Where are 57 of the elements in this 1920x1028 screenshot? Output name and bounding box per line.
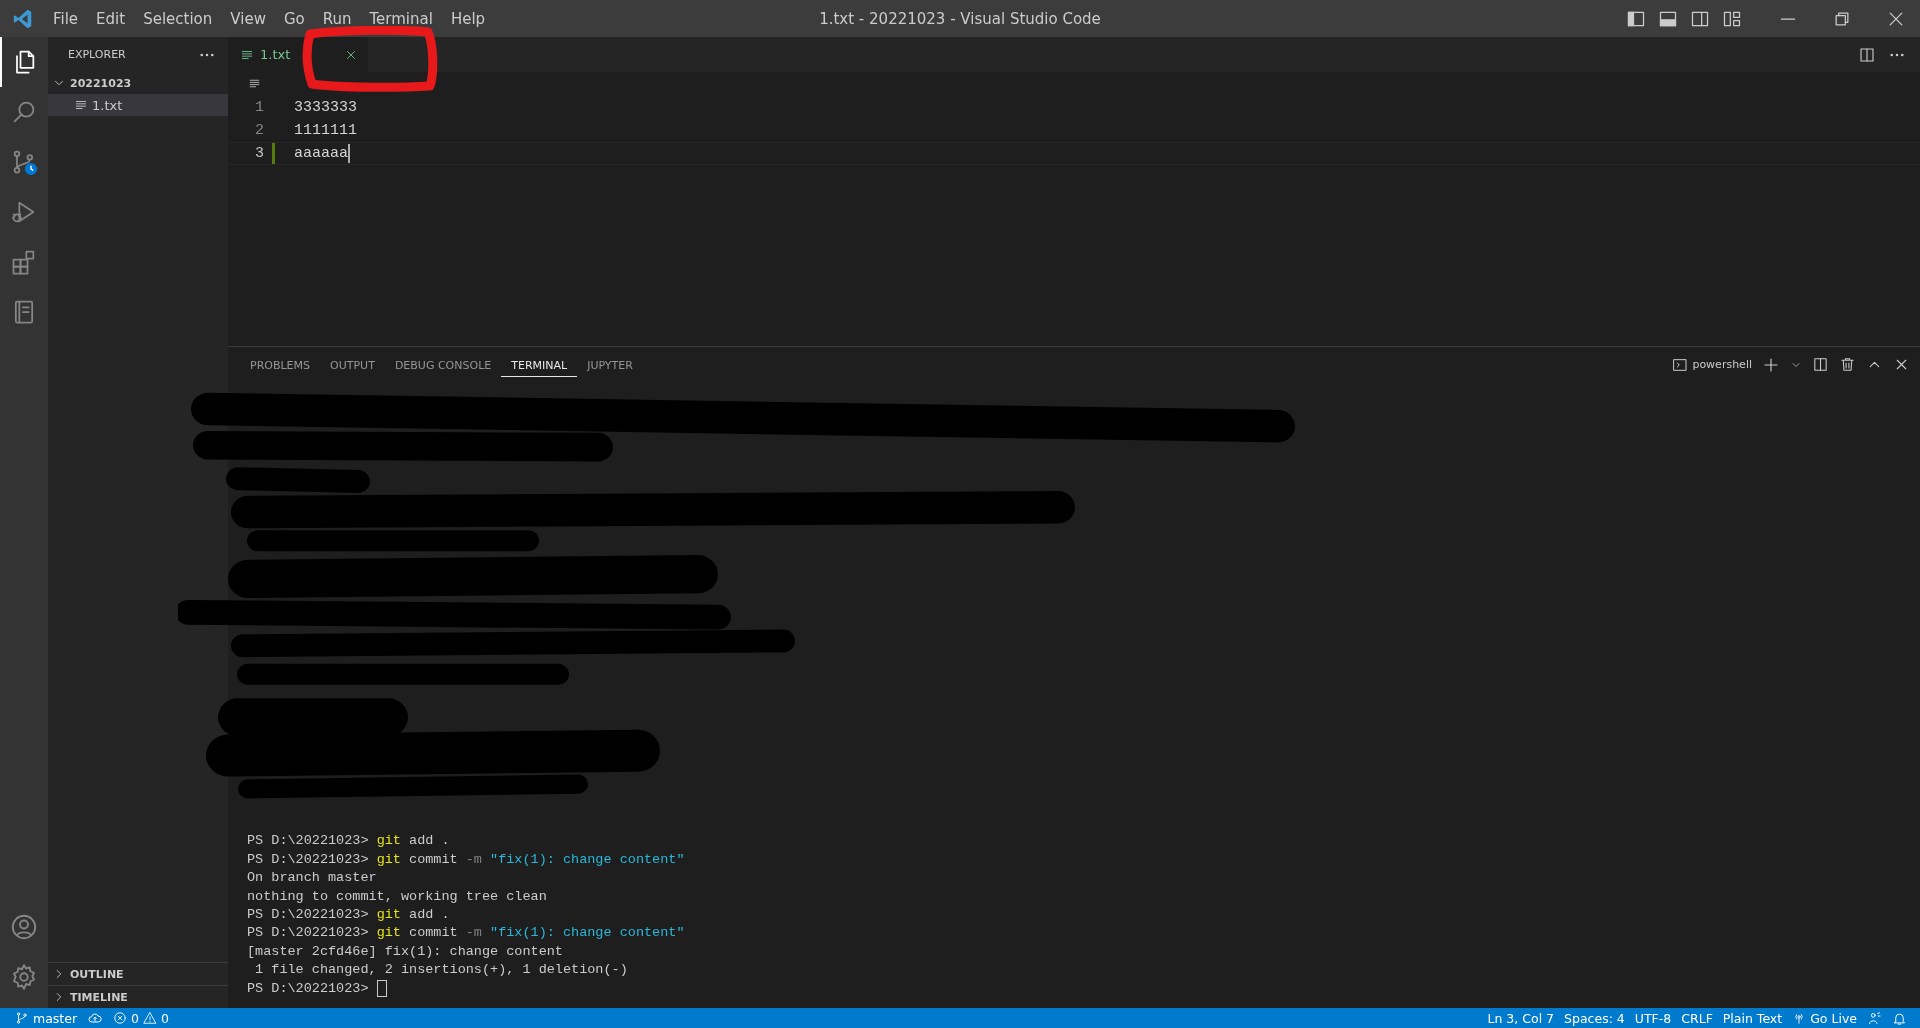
terminal-line: PS D:\20221023> git commit -m "fix(1): change content": [247, 924, 686, 943]
panel-tab[interactable]: JUPYTER: [577, 352, 643, 377]
terminal-line: PS D:\20221023> git add .: [247, 906, 451, 925]
line-number: 2: [254, 122, 264, 139]
panel-tab[interactable]: PROBLEMS: [240, 352, 321, 377]
feedback-icon[interactable]: [1867, 1010, 1882, 1026]
menu-item[interactable]: View: [221, 6, 275, 31]
code-line: 1111111: [294, 122, 357, 139]
branch-icon: [15, 1011, 29, 1025]
split-editor-icon[interactable]: [1858, 45, 1876, 64]
error-icon: [113, 1011, 128, 1025]
panel-tab[interactable]: TERMINAL: [501, 352, 578, 377]
text-cursor: [348, 144, 350, 163]
status-item[interactable]: Ln 3, Col 7: [1482, 1010, 1560, 1026]
terminal-line: PS D:\20221023>: [247, 979, 1920, 998]
menu-item[interactable]: Edit: [87, 6, 135, 31]
terminal-line: [master 2cfd46e] fix(1): change content: [247, 942, 564, 961]
menu-item[interactable]: Run: [313, 6, 361, 31]
terminal-line: PS D:\20221023> git add .: [247, 832, 451, 851]
terminal-line: On branch master: [247, 869, 378, 888]
go-live-button[interactable]: Go Live: [1810, 1010, 1857, 1026]
menu-item[interactable]: File: [44, 6, 88, 31]
menu-item[interactable]: Terminal: [360, 6, 442, 31]
error-count[interactable]: 0: [131, 1010, 140, 1026]
shell-name[interactable]: powershell: [1692, 358, 1752, 371]
terminal-line: 1 file changed, 2 insertions(+), 1 deletion(-): [254, 961, 629, 980]
editor-tab[interactable]: 1.txt: [228, 37, 369, 72]
sidebar-title: EXPLORER: [68, 48, 126, 61]
code-line: 3333333: [294, 99, 357, 116]
status-item[interactable]: UTF-8: [1629, 1010, 1677, 1026]
status-item[interactable]: Spaces: 4: [1559, 1010, 1630, 1026]
account-icon[interactable]: [9, 912, 39, 942]
code-line: aaaaaa: [294, 145, 348, 162]
split-terminal-icon[interactable]: [1812, 356, 1829, 373]
window-title: 1.txt - 20221023 - Visual Studio Code: [819, 9, 1101, 28]
terminal-line: nothing to commit, working tree clean: [247, 887, 548, 906]
explorer-item[interactable]: 1.txt: [48, 94, 228, 116]
text-file-icon: [74, 98, 88, 112]
warning-icon: [143, 1011, 158, 1025]
branch-name[interactable]: master: [33, 1010, 78, 1026]
terminal-line: PS D:\20221023> git commit -m "fix(1): change content": [247, 850, 686, 869]
warning-count[interactable]: 0: [161, 1010, 169, 1026]
line-number: 1: [254, 99, 264, 116]
bell-icon[interactable]: [1892, 1010, 1907, 1026]
line-number: 3: [254, 145, 264, 162]
status-item[interactable]: Plain Text: [1717, 1010, 1788, 1026]
folder-item[interactable]: 20221023: [48, 72, 228, 94]
menu-item[interactable]: Help: [441, 6, 495, 31]
cloud-upload-icon[interactable]: [87, 1010, 104, 1026]
trash-icon[interactable]: [1839, 356, 1856, 373]
panel-tab[interactable]: OUTPUT: [320, 352, 385, 377]
status-item[interactable]: CRLF: [1676, 1010, 1718, 1026]
panel-tab[interactable]: DEBUG CONSOLE: [384, 352, 502, 377]
menu-item[interactable]: Go: [274, 6, 314, 31]
vscode-logo: [12, 7, 34, 30]
menu-item[interactable]: Selection: [134, 6, 222, 31]
terminal-icon: [1672, 356, 1689, 373]
